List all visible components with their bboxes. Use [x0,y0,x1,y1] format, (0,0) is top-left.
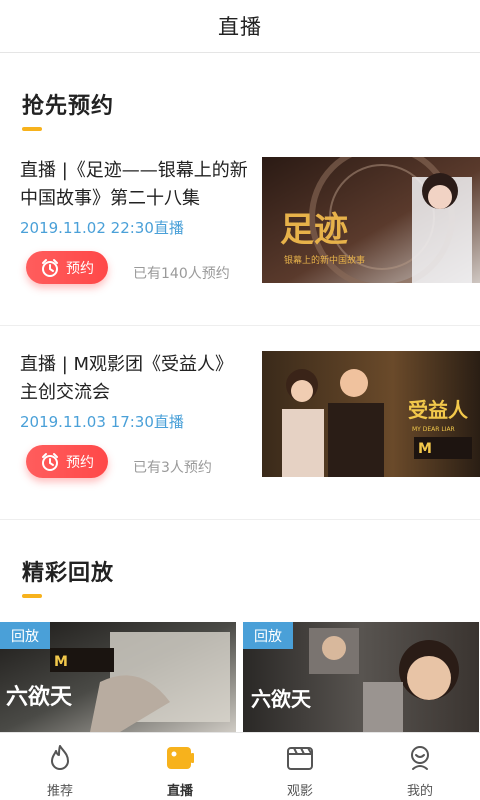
tab-label: 直播 [166,784,193,799]
divider [0,325,480,326]
reserve-button[interactable]: 预约 [26,445,108,478]
flame-icon [51,745,69,770]
live-card-time: 2019.11.03 17:30直播 [20,413,184,431]
tab-live[interactable]: 直播 [120,733,240,800]
divider [0,519,480,520]
live-card[interactable]: 直播 | M观影团《受益人》主创交流会 2019.11.03 17:30直播 预… [0,351,480,546]
replays-section-title: 精彩回放 [22,561,115,586]
top-bar: 直播 [0,0,480,53]
thumb-logo-text: 足迹 [280,210,348,250]
live-thumbnail[interactable]: 足迹 银幕上的新中国故事 [262,157,480,283]
tab-label: 我的 [406,784,433,799]
svg-text:M: M [54,654,68,670]
replay-card[interactable]: 六欲天 M 回放 [0,622,236,732]
reserve-button[interactable]: 预约 [26,251,108,284]
profile-icon [411,746,429,770]
live-card-title[interactable]: 直播 | M观影团《受益人》主创交流会 [20,351,250,407]
reserve-count: 已有3人预约 [133,460,212,476]
thumb-logo-text: M [418,441,432,457]
section-underline [22,594,42,598]
replay-badge: 回放 [0,622,50,649]
tab-label: 推荐 [46,784,73,799]
thumb-caption-en: MY DEAR LIAR [412,426,455,433]
live-card[interactable]: 直播 |《足迹——银幕上的新中国故事》第二十八集 2019.11.02 22:3… [0,157,480,352]
live-thumbnail[interactable]: 受益人 MY DEAR LIAR M [262,351,480,477]
live-camera-icon [167,747,194,769]
reserve-button-label: 预约 [66,454,94,471]
reserve-count: 已有140人预约 [133,266,230,282]
replay-overlay-text: 六欲天 [6,684,73,710]
live-card-time: 2019.11.02 22:30直播 [20,219,184,237]
thumbnail-graphic: 足迹 银幕上的新中国故事 [262,157,480,283]
thumbnail-graphic: 受益人 MY DEAR LIAR M [262,351,480,477]
thumb-caption-text: 银幕上的新中国故事 [284,254,365,266]
replay-badge: 回放 [243,622,293,649]
replay-card[interactable]: 六欲天 回放 [243,622,479,732]
reserve-button-label: 预约 [66,260,94,277]
page-title: 直播 [218,15,262,39]
alarm-clock-icon [42,452,58,471]
replay-overlay-text: 六欲天 [251,687,312,711]
thumb-caption-text: 受益人 [408,398,469,422]
upcoming-section-title: 抢先预约 [22,94,115,119]
live-card-title[interactable]: 直播 |《足迹——银幕上的新中国故事》第二十八集 [20,157,250,213]
tab-label: 观影 [286,784,313,799]
clapperboard-icon [287,747,313,770]
bottom-tab-bar: 推荐 直播 观影 我的 [0,732,480,800]
alarm-clock-icon [42,258,58,277]
tab-mine[interactable]: 我的 [360,733,480,800]
tab-movies[interactable]: 观影 [240,733,360,800]
tab-recommend[interactable]: 推荐 [0,733,120,800]
section-underline [22,127,42,131]
